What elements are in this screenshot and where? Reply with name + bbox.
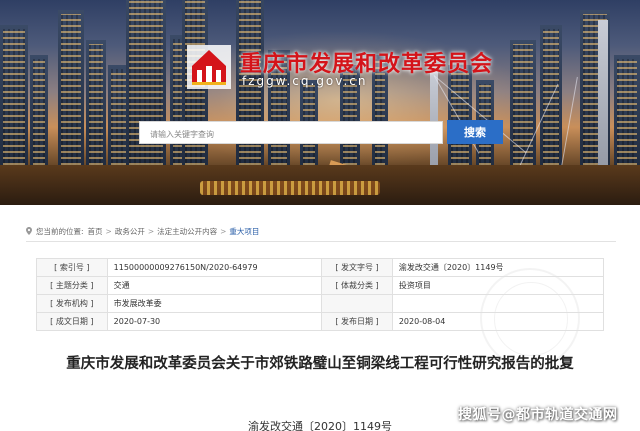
breadcrumb-item-home[interactable]: 首页 [88, 226, 103, 237]
breadcrumb-separator: > [147, 226, 155, 236]
search-box [139, 121, 443, 145]
building [0, 25, 28, 175]
government-emblem-logo [187, 45, 231, 89]
breadcrumb-prefix: 您当前的位置: [36, 226, 84, 236]
building [614, 55, 640, 175]
building [86, 40, 106, 175]
search-input[interactable] [140, 124, 442, 145]
publish-date-value: 2020-08-04 [391, 312, 605, 331]
publishing-agency-label: [ 发布机构 ] [36, 294, 108, 313]
sohu-watermark: 搜狐号@都市轨道交通网 [458, 407, 618, 423]
empty-value [391, 294, 605, 313]
empty-label [321, 294, 393, 313]
table-row: [ 主题分类 ] 交通 [ 体裁分类 ] 投资项目 [36, 276, 605, 295]
breadcrumb-separator: > [105, 226, 112, 236]
search-button[interactable]: 搜索 [447, 120, 503, 144]
bridge-cable [559, 76, 578, 176]
river-lights [200, 181, 380, 195]
header-banner: 重庆市发展和改革委员会 fzggw.cq.gov.cn 搜索 [0, 0, 640, 205]
genre-category-value: 投资项目 [391, 276, 605, 295]
building [58, 10, 84, 175]
genre-category-label: [ 体裁分类 ] [321, 276, 393, 295]
document-number-label: [ 发文字号 ] [321, 258, 393, 277]
breadcrumb-item-major-projects[interactable]: 重大项目 [229, 226, 259, 237]
divider [26, 241, 616, 242]
table-row: [ 发布机构 ] 市发展改革委 [36, 294, 605, 313]
index-number-label: [ 索引号 ] [36, 258, 108, 277]
document-info-table: [ 索引号 ] 11500000009276150N/2020-64979 [ … [36, 258, 605, 331]
site-domain: fzggw.cq.gov.cn [242, 74, 368, 88]
document-title: 重庆市发展和改革委员会关于市郊铁路璧山至铜梁线工程可行性研究报告的批复 [66, 356, 574, 372]
publish-date-label: [ 发布日期 ] [321, 312, 393, 331]
written-date-label: [ 成文日期 ] [36, 312, 108, 331]
table-row: [ 成文日期 ] 2020-07-30 [ 发布日期 ] 2020-08-04 [36, 312, 605, 331]
publishing-agency-value: 市发展改革委 [106, 294, 323, 313]
topic-category-label: [ 主题分类 ] [36, 276, 108, 295]
breadcrumb: 您当前的位置: 首页 > 政务公开 > 法定主动公开内容 > 重大项目 [26, 224, 259, 238]
table-row: [ 索引号 ] 11500000009276150N/2020-64979 [ … [36, 258, 605, 277]
topic-category-value: 交通 [106, 276, 323, 295]
location-pin-icon [26, 227, 32, 235]
index-number-value: 11500000009276150N/2020-64979 [106, 258, 323, 277]
building [126, 0, 166, 175]
document-number-value: 渝发改交通〔2020〕1149号 [391, 258, 605, 277]
breadcrumb-item-statutory-disclosure[interactable]: 法定主动公开内容 [157, 226, 217, 237]
building [30, 55, 48, 175]
written-date-value: 2020-07-30 [106, 312, 323, 331]
breadcrumb-separator: > [220, 226, 227, 236]
breadcrumb-item-gov-affairs[interactable]: 政务公开 [115, 226, 145, 237]
